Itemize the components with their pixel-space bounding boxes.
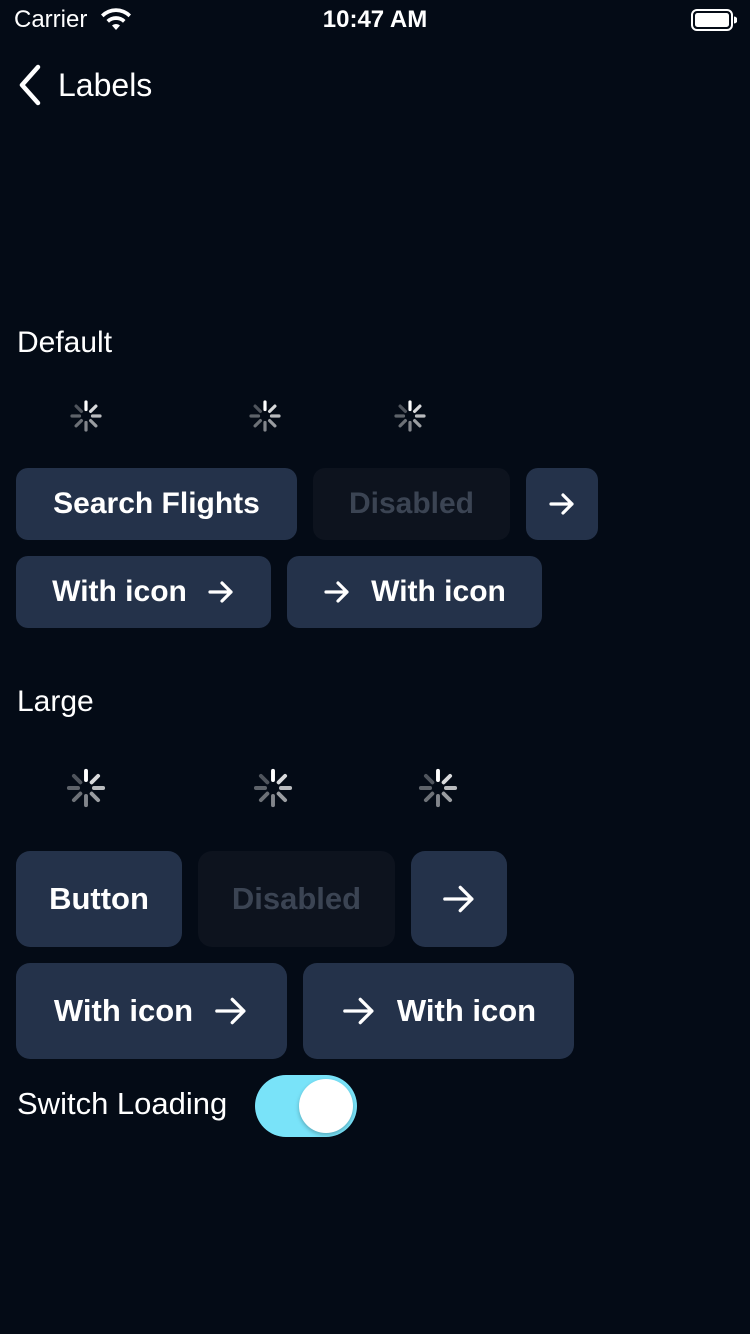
arrow-right-icon: [215, 997, 246, 1025]
button-label: With icon: [371, 575, 506, 608]
spinner-icon: [66, 768, 106, 808]
with-icon-leading-button[interactable]: With icon: [287, 556, 542, 628]
search-flights-button[interactable]: Search Flights: [16, 468, 297, 540]
arrow-button-large[interactable]: [411, 851, 507, 947]
status-time: 10:47 AM: [322, 6, 428, 33]
arrow-button[interactable]: [526, 468, 598, 540]
disabled-button-large: Disabled: [198, 851, 395, 947]
nav-title: Labels: [58, 66, 153, 103]
back-button[interactable]: Labels: [14, 60, 152, 110]
button-label: Search Flights: [53, 487, 260, 520]
switch-loading-label: Switch Loading: [17, 1086, 228, 1121]
arrow-right-icon: [549, 493, 574, 515]
with-icon-leading-button-large[interactable]: With icon: [303, 963, 574, 1059]
chevron-left-icon: [19, 64, 41, 106]
spinner-icon: [394, 400, 426, 432]
arrow-right-icon: [443, 885, 474, 913]
spinner-icon: [70, 400, 102, 432]
button-label: With icon: [53, 993, 194, 1028]
spinner-icon: [418, 768, 458, 808]
switch-knob: [299, 1079, 353, 1133]
button-label: Button: [49, 881, 149, 916]
with-icon-trailing-button[interactable]: With icon: [16, 556, 271, 628]
with-icon-trailing-button-large[interactable]: With icon: [16, 963, 287, 1059]
section-title-default: Default: [17, 326, 113, 359]
arrow-right-icon: [208, 581, 233, 603]
switch-loading-toggle[interactable]: [255, 1075, 357, 1137]
button-label: With icon: [52, 575, 187, 608]
battery-icon: [691, 9, 737, 31]
button-label: With icon: [396, 993, 537, 1028]
arrow-right-icon: [343, 997, 374, 1025]
button-large[interactable]: Button: [16, 851, 182, 947]
spinner-icon: [253, 768, 293, 808]
button-label: Disabled: [348, 487, 475, 520]
section-title-large: Large: [17, 685, 94, 718]
button-label: Disabled: [231, 881, 362, 916]
arrow-right-icon: [324, 581, 349, 603]
spinner-icon: [249, 400, 281, 432]
disabled-button: Disabled: [313, 468, 510, 540]
